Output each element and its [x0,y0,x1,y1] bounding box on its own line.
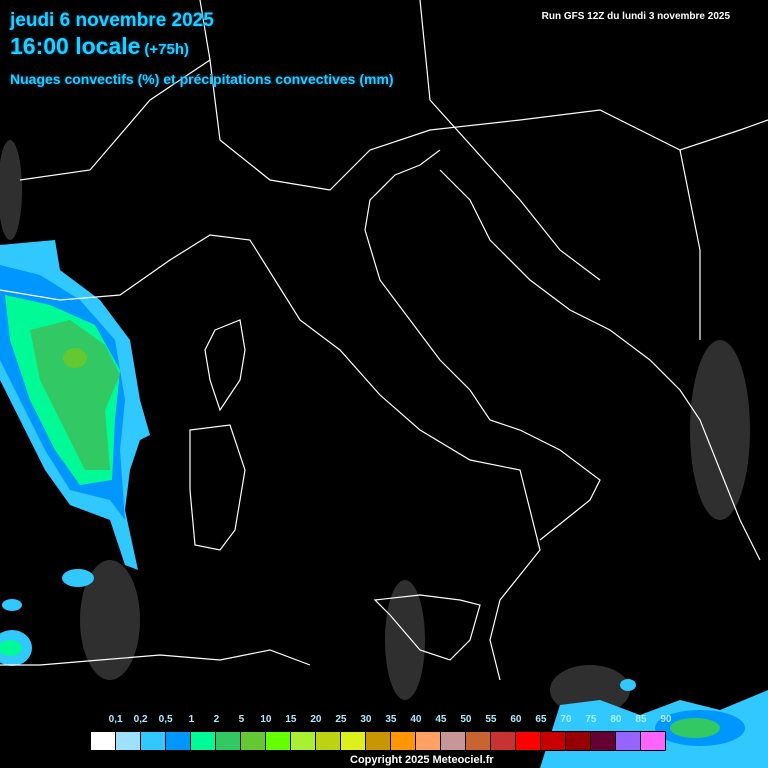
local-time: 16:00 locale [10,33,141,59]
legend-label: 0,2 [133,714,148,725]
legend-label: 1 [188,714,195,725]
legend-label: 75 [585,714,597,725]
lead-time: (+75h) [144,41,190,58]
legend-swatch [515,731,541,751]
legend-label: 15 [285,714,297,725]
legend-swatch [440,731,466,751]
legend-swatch [90,731,116,751]
legend-swatch [265,731,291,751]
legend-label: 80 [610,714,622,725]
forecast-date: jeudi 6 novembre 2025 [10,10,214,31]
legend-swatch [190,731,216,751]
legend-swatch [390,731,416,751]
legend-label: 70 [560,714,572,725]
legend-label: 50 [460,714,472,725]
map-canvas [0,0,768,768]
legend-swatch [365,731,391,751]
precipitation-field [0,240,768,768]
legend-label: 35 [385,714,397,725]
legend-swatch [215,731,241,751]
legend-swatch [415,731,441,751]
legend-label: 60 [510,714,522,725]
legend-swatch [540,731,566,751]
legend-label: 5 [238,714,245,725]
legend-label: 10 [260,714,272,725]
legend-label: 85 [635,714,647,725]
legend-swatch [315,731,341,751]
legend-label: 40 [410,714,422,725]
legend-label: 20 [310,714,322,725]
legend-label: 0,5 [158,714,173,725]
legend-label: 55 [485,714,497,725]
copyright: Copyright 2025 Meteociel.fr [350,754,494,766]
legend-swatch [165,731,191,751]
legend-swatch [240,731,266,751]
legend-swatch [290,731,316,751]
legend-label: 45 [435,714,447,725]
legend-swatch [565,731,591,751]
legend-swatch [115,731,141,751]
legend-swatch [640,731,666,751]
legend-label: 65 [535,714,547,725]
legend-swatch [340,731,366,751]
legend-label: 90 [660,714,672,725]
parameter-title: Nuages convectifs (%) et précipitations … [10,71,394,87]
weather-map: jeudi 6 novembre 2025 16:00 locale (+75h)… [0,0,768,768]
legend-swatch [615,731,641,751]
legend-label: 25 [335,714,347,725]
legend-label: 0,1 [108,714,123,725]
legend-swatch [490,731,516,751]
legend-swatch [465,731,491,751]
legend-label: 2 [213,714,220,725]
model-run: Run GFS 12Z du lundi 3 novembre 2025 [541,11,730,22]
forecast-time: 16:00 locale (+75h) [10,33,189,60]
legend-label: 30 [360,714,372,725]
legend-swatch [590,731,616,751]
legend-swatch [140,731,166,751]
